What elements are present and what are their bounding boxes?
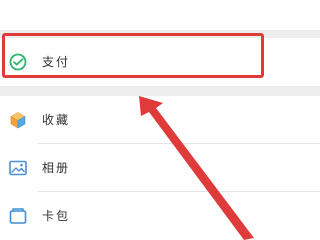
section-gap — [0, 86, 320, 96]
favorites-cube-icon — [10, 112, 26, 129]
wechat-me-screen: 支付 收藏 相册 卡包 — [0, 0, 320, 240]
menu-item-label: 支付 — [42, 55, 71, 69]
menu-item-favorites[interactable]: 收藏 — [0, 96, 320, 144]
menu-item-card-wallet[interactable]: 卡包 — [0, 192, 320, 240]
menu-item-album[interactable]: 相册 — [0, 144, 320, 192]
menu-item-label: 相册 — [42, 161, 71, 175]
album-picture-icon — [9, 160, 27, 176]
wechat-pay-icon — [9, 53, 27, 71]
menu-item-label: 卡包 — [42, 209, 71, 223]
section-gap — [0, 30, 320, 38]
top-section — [0, 0, 320, 30]
menu-item-label: 收藏 — [42, 113, 71, 127]
card-wallet-icon — [9, 208, 27, 224]
menu-item-pay[interactable]: 支付 — [0, 38, 320, 86]
